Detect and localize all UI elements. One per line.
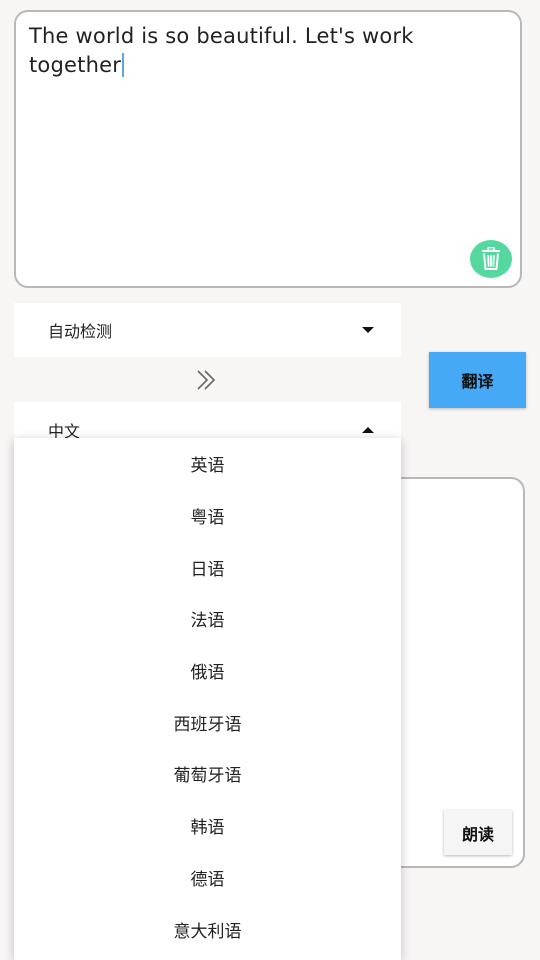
text-caret <box>122 53 125 77</box>
language-option-german[interactable]: 德语 <box>14 852 401 904</box>
language-option-italian[interactable]: 意大利语 <box>14 903 401 955</box>
language-option-spanish[interactable]: 西班牙语 <box>14 696 401 748</box>
trash-icon <box>482 247 500 270</box>
source-text-content[interactable]: The world is so beautiful. Let's work to… <box>29 22 496 80</box>
chevron-up-icon <box>362 427 374 433</box>
source-text-input[interactable]: The world is so beautiful. Let's work to… <box>14 10 522 288</box>
double-chevron-right-icon[interactable] <box>193 368 221 392</box>
language-option-japanese[interactable]: 日语 <box>14 541 401 593</box>
language-option-portuguese[interactable]: 葡萄牙语 <box>14 748 401 800</box>
language-option-russian[interactable]: 俄语 <box>14 645 401 697</box>
source-text-value: The world is so beautiful. Let's work to… <box>29 24 414 77</box>
source-language-select[interactable]: 自动检测 <box>14 303 401 357</box>
chevron-down-icon <box>362 327 374 333</box>
language-option-english[interactable]: 英语 <box>14 438 401 490</box>
language-option-korean[interactable]: 韩语 <box>14 800 401 852</box>
read-aloud-button[interactable]: 朗读 <box>444 810 512 855</box>
language-option-cantonese[interactable]: 粤语 <box>14 490 401 542</box>
clear-button[interactable] <box>470 240 512 278</box>
source-language-label: 自动检测 <box>48 322 113 341</box>
translate-button[interactable]: 翻译 <box>429 352 526 408</box>
language-option-french[interactable]: 法语 <box>14 593 401 645</box>
target-language-dropdown: 英语 粤语 日语 法语 俄语 西班牙语 葡萄牙语 韩语 德语 意大利语 <box>14 438 401 960</box>
